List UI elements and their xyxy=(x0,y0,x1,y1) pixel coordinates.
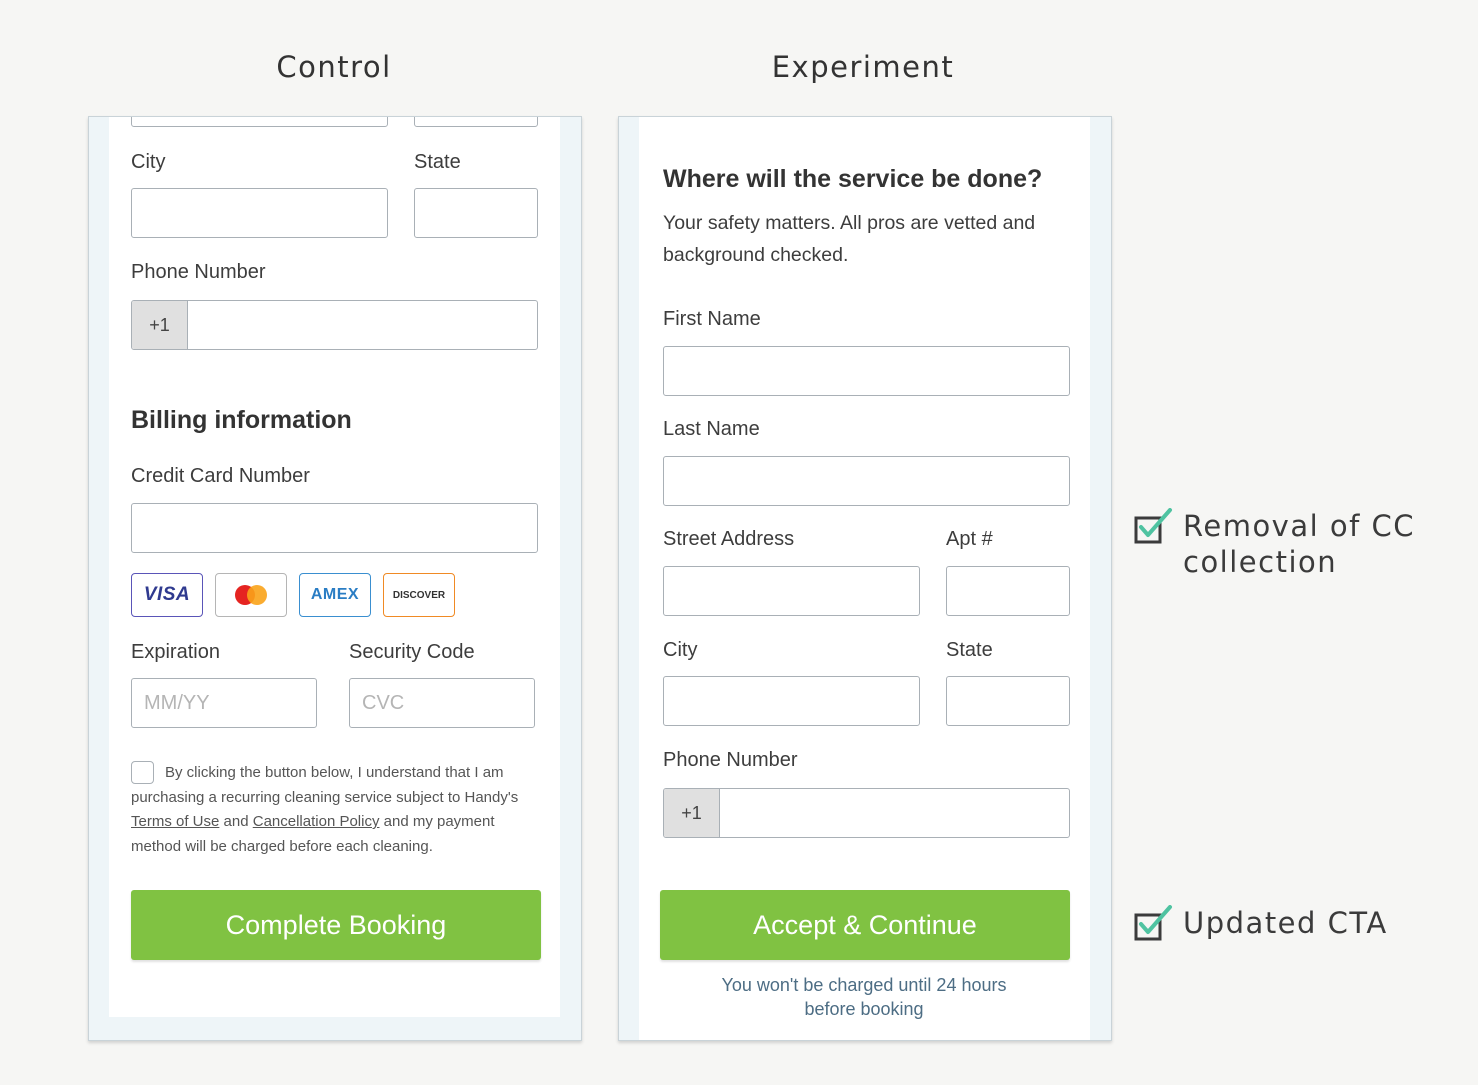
street-address-label: Street Address xyxy=(663,528,795,550)
control-phone-frame: City State Phone Number +1 Billing infor… xyxy=(88,116,582,1041)
checkbox-check-icon xyxy=(1134,508,1172,544)
security-code-placeholder: CVC xyxy=(362,692,405,714)
accept-continue-button[interactable]: Accept & Continue xyxy=(660,890,1070,960)
control-screen: City State Phone Number +1 Billing infor… xyxy=(109,117,560,1017)
city-input[interactable] xyxy=(131,188,388,238)
experiment-phone-frame: Where will the service be done? Your saf… xyxy=(618,116,1112,1041)
safety-subtext: Your safety matters. All pros are vetted… xyxy=(663,212,1036,266)
charge-note: You won't be charged until 24 hours befo… xyxy=(721,975,1007,1019)
expiration-input[interactable]: MM/YY xyxy=(131,678,317,728)
country-code-prefix: +1 xyxy=(132,301,188,349)
discover-icon: DISCOVER xyxy=(383,573,455,617)
city-input[interactable] xyxy=(663,676,920,726)
billing-heading: Billing information xyxy=(131,406,352,434)
first-name-label: First Name xyxy=(663,308,761,330)
last-name-input[interactable] xyxy=(663,456,1070,506)
experiment-title: Experiment xyxy=(771,50,955,84)
city-label: City xyxy=(131,151,166,173)
consent-prefix: By clicking the button below, I understa… xyxy=(131,764,519,806)
visa-icon: VISA xyxy=(131,573,203,617)
security-code-input[interactable]: CVC xyxy=(349,678,535,728)
phone-input[interactable]: +1 xyxy=(663,788,1070,838)
state-label: State xyxy=(946,639,993,661)
checkbox-check-icon xyxy=(1134,905,1172,941)
service-location-heading: Where will the service be done? xyxy=(663,165,1043,193)
expiration-label: Expiration xyxy=(131,641,220,663)
experiment-screen: Where will the service be done? Your saf… xyxy=(639,117,1090,1040)
security-code-label: Security Code xyxy=(349,641,475,663)
apt-label: Apt # xyxy=(946,528,993,550)
complete-booking-button[interactable]: Complete Booking xyxy=(131,890,541,960)
annotation-updated-cta: Updated CTA xyxy=(1133,905,1386,948)
phone-input[interactable]: +1 xyxy=(131,300,538,350)
apt-input[interactable] xyxy=(946,566,1070,616)
city-label: City xyxy=(663,639,698,661)
state-label: State xyxy=(414,151,461,173)
street-input-partial[interactable] xyxy=(131,117,388,127)
expiration-placeholder: MM/YY xyxy=(144,692,210,714)
country-code-prefix: +1 xyxy=(664,789,720,837)
apt-input-partial[interactable] xyxy=(414,117,538,127)
consent-and: and xyxy=(219,813,253,830)
state-input[interactable] xyxy=(414,188,538,238)
control-title: Control xyxy=(276,50,392,84)
cc-input[interactable] xyxy=(131,503,538,553)
annotation-cc-removal: Removal of CC collection xyxy=(1133,508,1414,579)
phone-label: Phone Number xyxy=(131,261,266,283)
cc-label: Credit Card Number xyxy=(131,465,310,487)
cancellation-link[interactable]: Cancellation Policy xyxy=(253,813,380,830)
terms-link[interactable]: Terms of Use xyxy=(131,813,219,830)
annotation-text: Updated CTA xyxy=(1183,906,1388,940)
mastercard-icon xyxy=(215,573,287,617)
state-input[interactable] xyxy=(946,676,1070,726)
amex-icon: AMEX xyxy=(299,573,371,617)
consent-text: By clicking the button below, I understa… xyxy=(131,761,536,859)
last-name-label: Last Name xyxy=(663,418,760,440)
phone-label: Phone Number xyxy=(663,749,798,771)
first-name-input[interactable] xyxy=(663,346,1070,396)
street-address-input[interactable] xyxy=(663,566,920,616)
annotation-text: Removal of CC collection xyxy=(1183,509,1416,579)
